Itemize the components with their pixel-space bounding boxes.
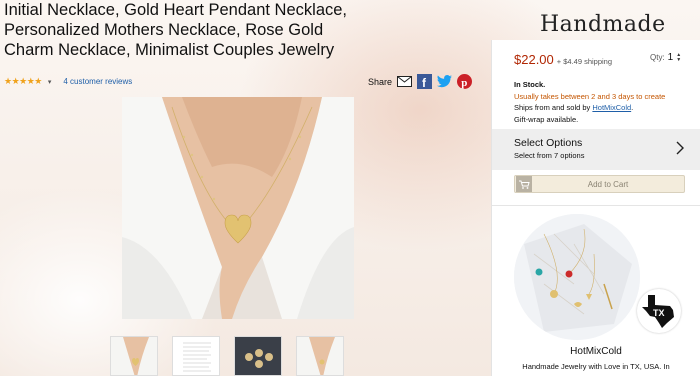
shipping-cost: + $4.49 shipping — [556, 57, 613, 66]
texas-badge: TX — [637, 289, 681, 333]
gift-wrap-note: Gift-wrap available. — [514, 114, 579, 124]
delivery-estimate: Usually takes between 2 and 3 days to cr… — [514, 91, 666, 101]
main-product-image[interactable] — [122, 97, 354, 319]
select-options-subtitle: Select from 7 options — [514, 151, 585, 160]
price-row: $22.00 + $4.49 shipping — [514, 52, 612, 67]
handmade-logo[interactable]: Handmade — [540, 12, 666, 37]
ships-from-suffix: . — [631, 103, 634, 112]
thumbnail-2[interactable] — [172, 336, 220, 376]
svg-text:p: p — [461, 77, 467, 89]
in-stock-status: In Stock. — [514, 80, 546, 89]
customer-reviews-link[interactable]: 4 customer reviews — [63, 77, 132, 86]
thumbnail-strip — [110, 336, 344, 376]
seller-link[interactable]: HotMixCold — [592, 103, 631, 112]
share-label: Share — [368, 76, 393, 87]
thumbnail-4[interactable] — [296, 336, 344, 376]
ships-from-prefix: Ships from and sold by — [514, 103, 591, 112]
add-to-cart-label: Add to Cart — [587, 179, 629, 189]
product-title: Initial Necklace, Gold Heart Pendant Nec… — [4, 1, 348, 59]
star-rating-icon[interactable]: ★★★★★ — [4, 76, 42, 87]
texas-badge-text: TX — [653, 308, 665, 318]
availability-block: In Stock. Usually takes between 2 and 3 … — [514, 79, 665, 125]
qty-value: 1 — [667, 52, 674, 63]
email-icon[interactable] — [397, 74, 413, 89]
share-bar: Share f p — [368, 74, 473, 89]
divider — [492, 205, 700, 206]
price: $22.00 — [514, 52, 554, 67]
qty-label: Qty: — [650, 53, 665, 62]
select-options-title: Select Options — [514, 137, 583, 149]
shop-image[interactable] — [514, 214, 640, 340]
shop-tagline: Handmade Jewelry with Love in TX, USA. I… — [522, 362, 670, 371]
pinterest-icon[interactable]: p — [457, 74, 473, 89]
ships-from-line: Ships from and sold by HotMixCold. — [514, 102, 665, 114]
quantity-select[interactable]: Qty: 1 ▲ ▼ — [650, 52, 681, 63]
select-options-button[interactable]: Select Options Select from 7 options — [492, 129, 700, 170]
rating-row: ★★★★★ ▾ 4 customer reviews — [4, 76, 132, 87]
thumbnail-3[interactable] — [234, 336, 282, 376]
facebook-icon[interactable]: f — [417, 74, 433, 89]
add-to-cart-button[interactable]: Add to Cart — [514, 175, 685, 193]
updown-arrows-icon: ▲ ▼ — [676, 51, 682, 63]
thumbnail-1[interactable] — [110, 336, 158, 376]
shop-name[interactable]: HotMixCold — [492, 346, 700, 357]
chevron-right-icon — [676, 141, 684, 160]
chevron-down-icon[interactable]: ▾ — [48, 78, 52, 86]
cart-icon — [516, 176, 532, 192]
twitter-icon[interactable] — [437, 74, 453, 89]
